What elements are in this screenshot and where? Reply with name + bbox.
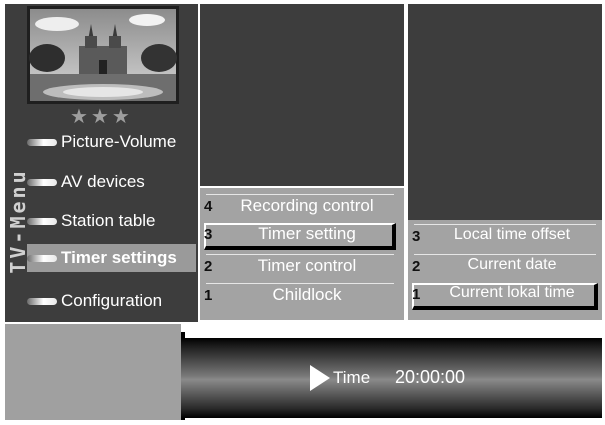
item-label: Current date: [467, 256, 557, 273]
menu-bullet-icon: [27, 138, 57, 146]
item-label: Childlock: [272, 285, 342, 304]
menu-item-label: AV devices: [61, 172, 145, 191]
menu-item-label: Configuration: [61, 291, 163, 310]
preview-thumbnail: [27, 6, 179, 104]
item-label: Recording control: [240, 196, 374, 215]
divider: [206, 254, 394, 255]
item-label: Local time offset: [453, 226, 571, 243]
timer-settings-submenu: 4 Recording control 3 Timer setting 2 Ti…: [200, 188, 404, 320]
menu-item-label: Picture-Volume: [61, 132, 177, 151]
item-number: 3: [204, 226, 213, 243]
menu-bullet-icon: [27, 217, 57, 225]
info-box: [5, 324, 181, 420]
menu-bullet-icon: [27, 297, 57, 305]
item-label: Timer control: [257, 256, 357, 275]
play-icon: [310, 365, 330, 391]
item-label: Timer setting: [258, 224, 356, 243]
divider: [414, 254, 596, 255]
submenu-item-childlock[interactable]: 1 Childlock: [202, 283, 398, 309]
menu-item-label: Station table: [61, 211, 156, 230]
menu-item-station-table[interactable]: Station table: [27, 207, 156, 235]
time-value: 20:00:00: [395, 367, 466, 387]
submenu-item-local-time-offset[interactable]: 3 Local time offset: [410, 224, 600, 250]
item-number: 2: [204, 258, 213, 275]
time-label: Time: [333, 368, 371, 387]
item-number: 1: [412, 286, 421, 303]
preview-pane-middle: [200, 4, 404, 186]
divider: [414, 224, 596, 225]
submenu-item-current-date[interactable]: 2 Current date: [410, 254, 600, 280]
divider: [206, 283, 394, 284]
submenu-item-timer-control[interactable]: 2 Timer control: [202, 254, 398, 280]
time-submenu: 3 Local time offset 2 Current date 1 Cur…: [408, 220, 602, 320]
item-label: Current lokal time: [449, 284, 575, 301]
menu-item-label: Timer settings: [61, 248, 177, 267]
menu-item-timer-settings[interactable]: Timer settings: [27, 244, 196, 272]
tv-osd-screen: ★★★ TV-Menu Picture-Volume AV devices St…: [0, 0, 605, 425]
status-bar: [181, 338, 602, 418]
submenu-item-recording-control[interactable]: 4 Recording control: [202, 194, 398, 220]
submenu-item-current-local-time[interactable]: 1 Current lokal time: [410, 282, 600, 310]
item-number: 1: [204, 287, 213, 304]
divider: [206, 194, 394, 195]
item-number: 3: [412, 228, 421, 245]
item-number: 2: [412, 258, 421, 275]
menu-item-av-devices[interactable]: AV devices: [27, 168, 145, 196]
tv-menu-sidebar: ★★★ TV-Menu Picture-Volume AV devices St…: [5, 4, 198, 322]
preview-pane-right: [408, 4, 602, 220]
rating-stars: ★★★: [70, 104, 133, 128]
item-number: 4: [204, 198, 213, 215]
submenu-item-timer-setting[interactable]: 3 Timer setting: [202, 222, 398, 250]
menu-bullet-icon: [27, 178, 57, 186]
menu-item-picture-volume[interactable]: Picture-Volume: [27, 128, 176, 156]
menu-bullet-icon: [27, 254, 57, 262]
menu-item-configuration[interactable]: Configuration: [27, 287, 162, 315]
